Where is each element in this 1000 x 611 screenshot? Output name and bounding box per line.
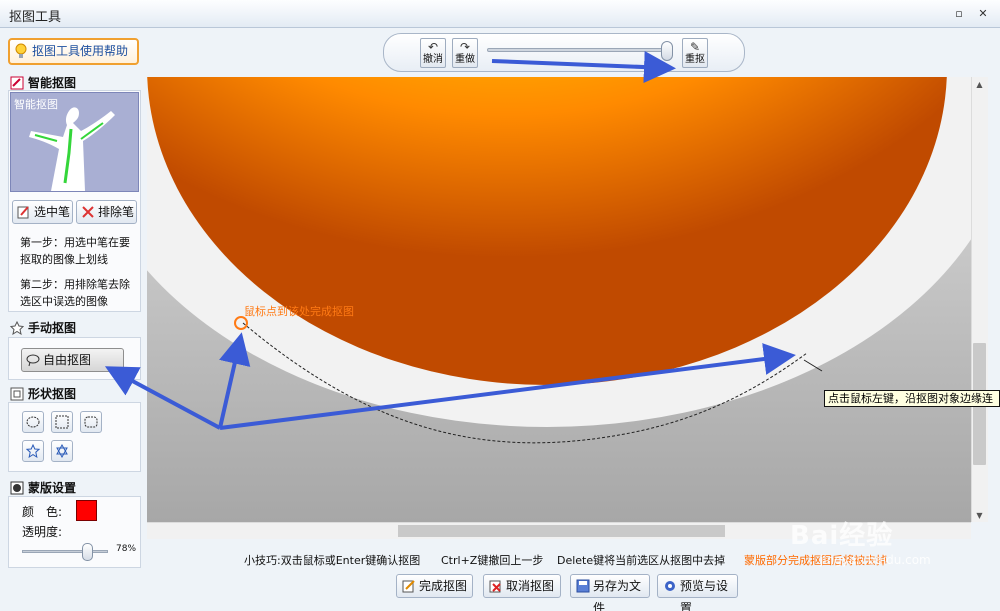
scroll-up-icon[interactable]: ▲ [971,80,988,89]
image-canvas[interactable] [147,77,971,522]
close-icon[interactable]: ✕ [974,5,992,23]
cancel-cut-button[interactable]: 取消抠图 [483,574,561,598]
watermark-brand: Bai经验 [790,521,894,551]
save-as-button[interactable]: 另存为文件 [570,574,650,611]
free-cut-button[interactable]: 自由抠图 [21,348,124,372]
mask-settings-title: 蒙版设置 [10,480,76,496]
mask-color-label: 颜 色: [22,505,63,519]
scroll-down-icon[interactable]: ▼ [971,511,988,520]
undo-button[interactable]: ↶ 撤消 [420,38,446,68]
rectangle-shape-button[interactable] [51,411,73,433]
ball-image [147,77,971,444]
redo-button[interactable]: ↷ 重做 [452,38,478,68]
opacity-slider-track[interactable] [22,550,108,553]
maximize-icon[interactable]: ▫ [950,5,968,23]
redo-icon: ↷ [459,40,471,54]
hexagram-icon [56,444,68,458]
opacity-value: 78% [116,544,137,554]
shape-cut-title: 形状抠图 [10,386,76,402]
star-outline-icon [10,321,24,335]
smart-cut-title: 智能抠图 [10,75,76,91]
cancel-icon [489,580,501,593]
exclude-pen-icon [82,206,94,218]
canvas-tooltip: 点击鼠标左键，沿抠图对象边缘连 [824,390,1000,407]
mask-icon [10,481,24,495]
recut-button[interactable]: ✎ 重抠 [682,38,708,68]
gear-icon [665,581,675,591]
smart-cut-preview: 智能抠图 [10,92,139,192]
zoom-slider-thumb[interactable] [661,41,673,61]
canvas-finish-note: 鼠标点到该处完成抠图 [244,305,354,318]
horizontal-scroll-thumb[interactable] [398,525,725,537]
hexagram-shape-button[interactable] [51,440,73,462]
select-pen-button[interactable]: 选中笔 [12,200,73,224]
select-pen-icon [17,206,29,219]
tip-undo-shortcut: Ctrl+Z键撤回上一步 [441,554,544,567]
smart-step-2: 第二步：用排除笔去除选区中误选的图像 [20,278,130,308]
star-shape-button[interactable] [22,440,44,462]
title-bar: 抠图工具 ▫ ✕ [0,0,1000,28]
smart-step-1: 第一步：用选中笔在要抠取的图像上划线 [20,236,130,266]
help-button-label: 抠图工具使用帮助 [32,44,129,58]
shape-icon [10,387,24,401]
preview-label: 智能抠图 [14,98,58,111]
finish-cut-button[interactable]: 完成抠图 [396,574,473,598]
star-icon [26,444,40,458]
opacity-slider-thumb[interactable] [82,543,93,561]
rectangle-icon [55,415,69,429]
help-button[interactable]: 抠图工具使用帮助 [8,38,139,65]
magic-select-icon [10,76,24,90]
finish-cut-icon [402,580,415,593]
ellipse-icon [26,416,40,428]
mask-opacity-label: 透明度: [22,525,63,539]
lightbulb-icon [15,43,27,58]
zoom-slider-track[interactable] [487,48,671,52]
mask-color-swatch[interactable] [76,500,97,521]
lasso-icon [26,354,40,367]
tip-delete-shortcut: Delete键将当前选区从抠图中去掉 [557,554,726,567]
preview-settings-button[interactable]: 预览与设置 [657,574,738,611]
undo-icon: ↶ [427,40,439,54]
watermark-url: jingyan.baidu.com [820,553,931,567]
pen-icon: ✎ [689,40,701,54]
rounded-rectangle-icon [84,416,98,428]
rounded-rect-shape-button[interactable] [80,411,102,433]
exclude-pen-button[interactable]: 排除笔 [76,200,137,224]
window-title: 抠图工具 [9,10,62,25]
tip-double-click: 小技巧:双击鼠标或Enter键确认抠图 [244,554,421,567]
manual-cut-title: 手动抠图 [10,320,76,336]
save-icon [576,579,590,593]
ellipse-shape-button[interactable] [22,411,44,433]
